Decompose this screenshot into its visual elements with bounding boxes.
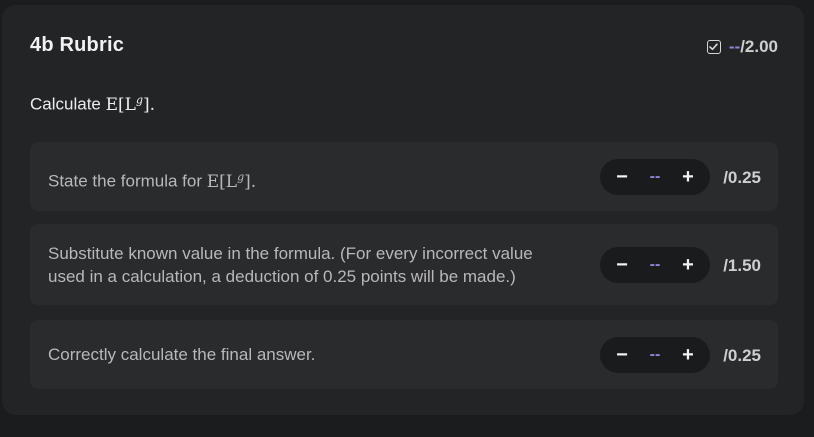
rubric-title: 4b Rubric [30,34,125,56]
score-stepper[interactable]: − -- + [600,247,710,283]
increment-button[interactable]: + [678,254,698,276]
total-score-text: --/2.00 [729,37,778,57]
rubric-item: Substitute known value in the formula. (… [30,224,778,305]
question-math-suffix: ]. [143,94,156,115]
increment-button[interactable]: + [678,166,698,188]
rubric-item: Correctly calculate the final answer. − … [30,320,778,389]
item-max-points: /0.25 [723,346,761,365]
score-stepper[interactable]: − -- + [600,159,710,195]
decrement-button[interactable]: − [612,344,632,366]
item-text-prefix: State the formula for [48,171,207,191]
item-math-base: E[L [206,171,238,192]
item-math-suffix: ]. [244,171,257,192]
decrement-button[interactable]: − [612,166,632,188]
rubric-item-text: Substitute known value in the formula. (… [48,244,533,286]
rubric-item-text: State the formula for E[Lg]. [48,165,568,194]
decrement-button[interactable]: − [612,254,632,276]
rubric-card: 4b Rubric --/2.00 Calculate E[Lg]. State… [2,5,804,415]
total-score-value: -- [728,37,741,56]
question-text: Calculate E[Lg]. [30,93,155,115]
question-math: E[Lg]. [105,93,156,115]
question-prefix: Calculate [30,94,106,114]
score-stepper[interactable]: − -- + [600,337,710,373]
question-math-base: E[L [105,94,136,115]
increment-button[interactable]: + [678,344,698,366]
question-math-sup: g [135,93,143,106]
total-score: --/2.00 [706,36,778,58]
rubric-item: State the formula for E[Lg]. − -- + /0.2… [30,142,778,211]
score-value[interactable]: -- [650,346,661,364]
checkbox-icon [706,40,721,54]
item-math: E[Lg]. [206,170,257,192]
total-score-max: /2.00 [740,37,778,56]
item-max-points: /1.50 [723,256,761,275]
score-value[interactable]: -- [650,168,661,186]
score-value[interactable]: -- [650,256,661,274]
rubric-item-text: Correctly calculate the final answer. [48,345,316,364]
item-max-points: /0.25 [723,168,761,187]
